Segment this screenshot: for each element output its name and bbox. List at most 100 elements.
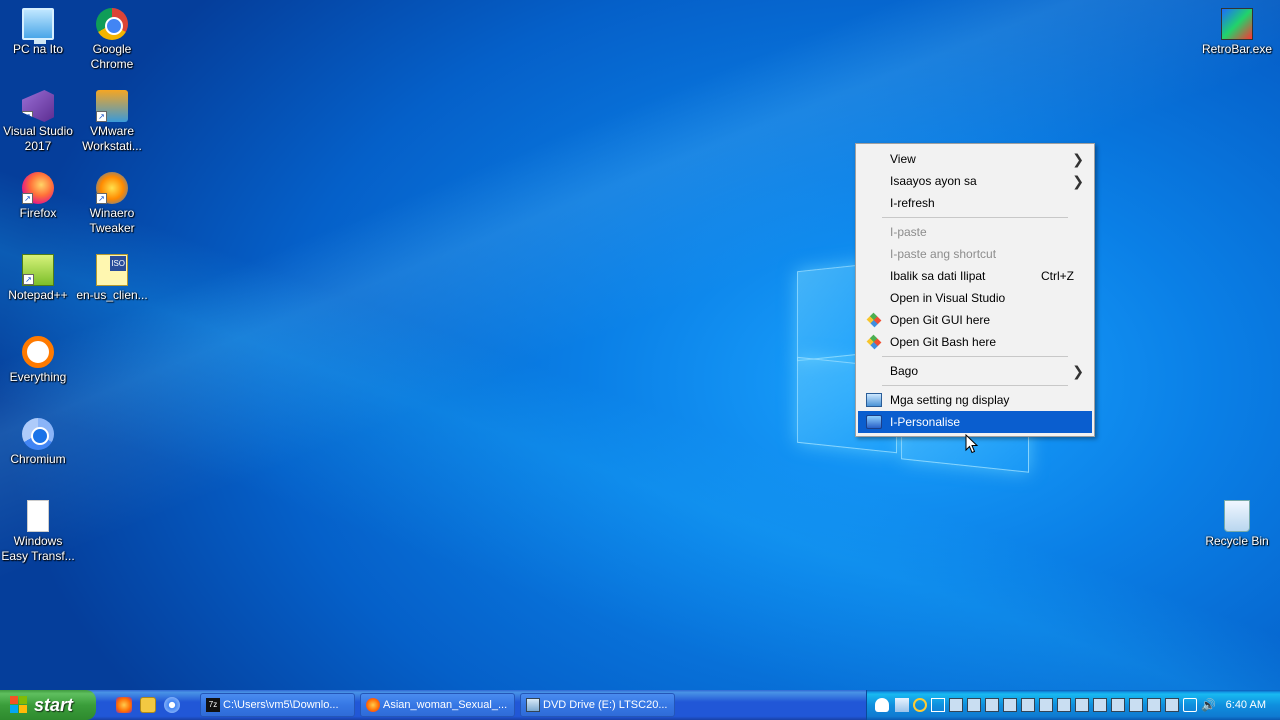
vmware-icon: ↗ (96, 90, 128, 122)
menu-item-refresh[interactable]: I-refresh (858, 192, 1092, 214)
taskbar-button-label: C:\Users\vm5\Downlo... (223, 699, 339, 711)
system-tray: 🔊 6:40 AM (866, 690, 1280, 720)
desktop-icon-label: Google Chrome (90, 42, 134, 71)
menu-item-label: Open Git GUI here (890, 313, 991, 327)
chevron-right-icon: ❯ (1072, 363, 1084, 379)
tray-app-icon[interactable] (1039, 698, 1053, 712)
menu-item-new[interactable]: Bago ❯ (858, 360, 1092, 382)
display-tray-icon[interactable] (1183, 698, 1197, 712)
menu-item-label: Open Git Bash here (890, 335, 997, 349)
taskbar: start 7z C:\Users\vm5\Downlo... Asian_wo… (0, 690, 1280, 720)
chevron-right-icon: ❯ (1072, 173, 1084, 189)
desktop-icon-label: Chromium (10, 452, 66, 466)
display-settings-icon (866, 393, 882, 407)
network-icon[interactable] (895, 698, 909, 712)
chevron-right-icon: ❯ (1072, 151, 1084, 167)
desktop-icon-everything[interactable]: Everything (0, 336, 76, 385)
taskbar-clock[interactable]: 6:40 AM (1226, 690, 1266, 720)
start-label: start (34, 695, 74, 715)
menu-item-paste: I-paste (858, 221, 1092, 243)
menu-item-personalize[interactable]: I-Personalise (858, 411, 1092, 433)
tray-app-icon[interactable] (1165, 698, 1179, 712)
desktop-icon-label: PC na Ito (12, 42, 64, 56)
desktop-icon-recycle-bin[interactable]: Recycle Bin (1199, 500, 1275, 549)
desktop-icon-winaero[interactable]: ↗ Winaero Tweaker (74, 172, 150, 236)
menu-item-label: I-Personalise (890, 415, 961, 429)
desktop-icon-vmware[interactable]: ↗ VMware Workstati... (74, 90, 150, 154)
menu-item-open-git-gui[interactable]: Open Git GUI here (858, 309, 1092, 331)
taskbar-button-explorer[interactable]: 7z C:\Users\vm5\Downlo... (200, 693, 355, 717)
tray-app-icon[interactable] (1021, 698, 1035, 712)
desktop-icon-chrome[interactable]: Google Chrome (74, 8, 150, 72)
tray-app-icon[interactable] (1093, 698, 1107, 712)
7zip-icon: 7z (206, 698, 220, 712)
firefox-quicklaunch-icon[interactable] (116, 697, 132, 713)
desktop-icon-easy-transfer[interactable]: Windows Easy Transf... (0, 500, 76, 564)
desktop-icon-chromium[interactable]: Chromium (0, 418, 76, 467)
menu-item-view[interactable]: View ❯ (858, 148, 1092, 170)
desktop-icon-notepadpp[interactable]: ↗ Notepad++ (0, 254, 76, 303)
tray-app-icon[interactable] (949, 698, 963, 712)
tray-app-icon[interactable] (1129, 698, 1143, 712)
chromium-icon (22, 418, 54, 450)
menu-item-display-settings[interactable]: Mga setting ng display (858, 389, 1092, 411)
tray-app-icon[interactable] (1111, 698, 1125, 712)
firefox-icon (366, 698, 380, 712)
desktop-icon-label: Firefox (19, 206, 57, 220)
menu-item-label: Mga setting ng display (890, 393, 1010, 407)
personalize-icon (866, 415, 882, 429)
desktop-icon-label: Visual Studio 2017 (3, 124, 73, 153)
desktop-icon-firefox[interactable]: ↗ Firefox (0, 172, 76, 221)
desktop-icon-iso-file[interactable]: en-us_clien... (74, 254, 150, 303)
menu-item-sort-by[interactable]: Isaayos ayon sa ❯ (858, 170, 1092, 192)
menu-item-label: View (890, 152, 916, 166)
menu-item-shortcut: Ctrl+Z (1041, 269, 1074, 283)
taskbar-button-label: Asian_woman_Sexual_... (383, 699, 508, 711)
chrome-icon (96, 8, 128, 40)
search-icon[interactable] (913, 698, 927, 712)
menu-item-label: Isaayos ayon sa (890, 174, 977, 188)
menu-separator (882, 217, 1068, 218)
menu-item-paste-shortcut: I-paste ang shortcut (858, 243, 1092, 265)
desktop-icon-label: Windows Easy Transf... (1, 534, 75, 563)
desktop-icon-label: VMware Workstati... (82, 124, 142, 153)
desktop-icon-label: Recycle Bin (1205, 534, 1269, 548)
desktop-icon-pc[interactable]: PC na Ito (0, 8, 76, 57)
desktop-icon-retrobar[interactable]: RetroBar.exe (1199, 8, 1275, 57)
menu-separator (882, 356, 1068, 357)
desktop-icon-label: Everything (9, 370, 67, 384)
chromium-quicklaunch-icon[interactable] (164, 697, 180, 713)
taskbar-button-dvd-drive[interactable]: DVD Drive (E:) LTSC20... (520, 693, 675, 717)
desktop-icon-visual-studio[interactable]: ↗ Visual Studio 2017 (0, 90, 76, 154)
desktop-icon-label: RetroBar.exe (1201, 42, 1273, 56)
menu-separator (882, 385, 1068, 386)
desktop-icon-label: Notepad++ (8, 288, 68, 302)
menu-item-label: Ibalik sa dati Ilipat (890, 269, 986, 283)
menu-item-open-visual-studio[interactable]: Open in Visual Studio (858, 287, 1092, 309)
menu-item-label: Open in Visual Studio (890, 291, 1006, 305)
menu-item-undo-move[interactable]: Ibalik sa dati Ilipat Ctrl+Z (858, 265, 1092, 287)
volume-icon[interactable]: 🔊 (1201, 698, 1216, 712)
tray-app-icon[interactable] (1003, 698, 1017, 712)
dvd-drive-icon (526, 698, 540, 712)
taskbar-button-firefox[interactable]: Asian_woman_Sexual_... (360, 693, 515, 717)
git-gui-icon (866, 312, 882, 328)
desktop-icon-label: Winaero Tweaker (89, 206, 135, 235)
tray-app-icon[interactable] (1147, 698, 1161, 712)
menu-item-open-git-bash[interactable]: Open Git Bash here (858, 331, 1092, 353)
tray-app-icon[interactable] (967, 698, 981, 712)
recycle-bin-icon (1224, 500, 1250, 532)
notepadpp-icon: ↗ (22, 254, 54, 286)
folder-quicklaunch-icon[interactable] (140, 697, 156, 713)
iso-file-icon (96, 254, 128, 286)
computer-icon (22, 8, 54, 44)
tray-app-icon[interactable] (1075, 698, 1089, 712)
security-shield-icon[interactable] (875, 698, 889, 712)
winaero-icon: ↗ (96, 172, 128, 204)
start-button[interactable]: start (0, 690, 96, 720)
menu-item-label: Bago (890, 364, 919, 378)
tray-app-icon[interactable] (1057, 698, 1071, 712)
tray-app-icon[interactable] (985, 698, 999, 712)
windows-flag-icon (10, 696, 28, 714)
window-icon[interactable] (931, 698, 945, 712)
